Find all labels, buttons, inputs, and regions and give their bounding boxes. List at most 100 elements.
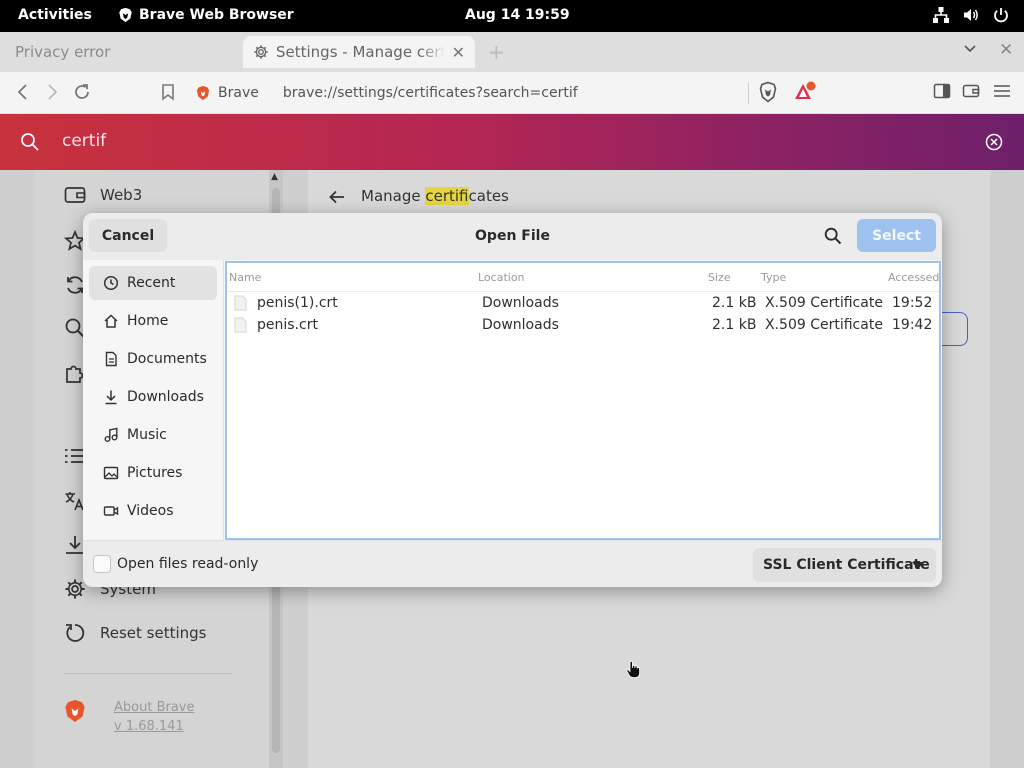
place-label: Home [127, 313, 169, 329]
page-gutter [990, 170, 1024, 768]
place-home[interactable]: Home [89, 304, 217, 338]
power-icon [994, 8, 1008, 23]
home-icon [104, 314, 118, 328]
tab-strip: Privacy error Settings - Manage certific… [0, 32, 1024, 72]
system-top-bar: Activities Brave Web Browser Aug 14 19:5… [0, 0, 1024, 32]
network-icon [933, 7, 949, 23]
version-link[interactable]: v 1.68.141 [114, 717, 195, 736]
brave-shields-icon[interactable] [759, 81, 777, 107]
hamburger-menu-icon[interactable] [993, 84, 1011, 102]
dialog-header: Cancel Open File Select [83, 213, 942, 260]
search-icon [20, 132, 40, 156]
file-type: X.509 Certificate [765, 295, 883, 311]
toolbar-divider [748, 82, 749, 104]
forward-icon[interactable] [44, 82, 60, 106]
tab-search-chevron-icon[interactable] [963, 41, 977, 59]
wallet-icon [64, 187, 86, 203]
new-tab-button[interactable]: + [488, 40, 505, 64]
close-tab-icon[interactable]: ✕ [452, 43, 465, 62]
place-recent[interactable]: Recent [89, 266, 217, 300]
browser-toolbar: Brave brave://settings/certificates?sear… [0, 72, 1024, 114]
file-accessed: 19:52 [892, 295, 933, 311]
brave-logo-icon [65, 700, 85, 722]
read-only-label[interactable]: Open files read-only [117, 556, 258, 572]
about-brave-section: About Brave v 1.68.141 [64, 698, 195, 736]
file-row[interactable]: penis.crt Downloads 2.1 kB X.509 Certifi… [227, 315, 939, 337]
place-videos[interactable]: Videos [89, 494, 217, 528]
activities-button[interactable]: Activities [18, 7, 92, 23]
file-name: penis(1).crt [257, 295, 338, 311]
column-header-accessed[interactable]: Accessed [888, 271, 939, 284]
place-label: Videos [127, 503, 174, 519]
search-highlight: certif [425, 187, 469, 205]
place-label: Documents [127, 351, 207, 367]
read-only-checkbox[interactable] [93, 555, 111, 573]
dropdown-caret-icon [912, 562, 924, 569]
dialog-search-icon[interactable] [824, 227, 842, 249]
column-header-name[interactable]: Name [229, 271, 261, 284]
place-label: Pictures [127, 465, 183, 481]
music-icon [104, 427, 118, 442]
filter-label: SSL Client Certificate [763, 557, 930, 573]
settings-search-input[interactable]: certif [62, 131, 106, 151]
file-size: 2.1 kB [712, 317, 757, 333]
file-row[interactable]: penis(1).crt Downloads 2.1 kB X.509 Cert… [227, 293, 939, 315]
back-icon[interactable] [15, 82, 31, 106]
hand-cursor-icon [626, 660, 640, 678]
app-name: Brave Web Browser [139, 7, 294, 23]
reset-icon [66, 624, 85, 642]
settings-gear-icon [254, 45, 268, 59]
system-tray[interactable] [932, 6, 1010, 24]
site-identity-label: Brave [218, 85, 259, 101]
wallet-toolbar-icon[interactable] [962, 83, 980, 103]
column-header-type[interactable]: Type [761, 271, 786, 284]
places-sidebar: Recent Home Documents Downloads Music Pi… [83, 260, 224, 540]
picture-icon [103, 466, 119, 480]
clear-search-icon[interactable] [984, 132, 1004, 156]
place-documents[interactable]: Documents [89, 342, 217, 376]
file-size: 2.1 kB [712, 295, 757, 311]
reload-icon[interactable] [73, 82, 91, 106]
place-label: Music [127, 427, 167, 443]
document-icon [105, 351, 117, 367]
bookmark-icon[interactable] [160, 82, 176, 106]
scroll-up-arrow-icon[interactable]: ▲ [271, 172, 278, 182]
header-divider [227, 291, 939, 292]
sidebar-item-reset-settings[interactable]: Reset settings [64, 622, 207, 644]
file-name: penis.crt [257, 317, 318, 333]
dialog-footer: Open files read-only SSL Client Certific… [83, 540, 942, 587]
close-window-icon[interactable]: ✕ [999, 40, 1013, 60]
sidebar-item-web3[interactable]: Web3 [64, 185, 142, 205]
address-bar[interactable]: Brave brave://settings/certificates?sear… [196, 80, 752, 106]
settings-search-bar[interactable]: certif [0, 114, 1024, 170]
column-header-location[interactable]: Location [478, 271, 525, 284]
page-title: Manage certificates [361, 187, 509, 205]
file-location: Downloads [482, 295, 559, 311]
place-pictures[interactable]: Pictures [89, 456, 217, 490]
file-list[interactable]: Name Location Size Type Accessed penis(1… [225, 261, 941, 540]
file-icon [234, 317, 247, 333]
volume-icon [964, 9, 978, 21]
file-type-filter-dropdown[interactable]: SSL Client Certificate [753, 548, 936, 582]
about-brave-link[interactable]: About Brave [114, 698, 195, 717]
video-icon [103, 506, 119, 516]
sidebar-divider [64, 673, 232, 674]
sidebar-toggle-icon[interactable] [933, 83, 951, 103]
url-text[interactable]: brave://settings/certificates?search=cer… [283, 85, 578, 101]
app-menu[interactable]: Brave Web Browser [118, 7, 294, 23]
select-button[interactable]: Select [857, 219, 936, 252]
brave-rewards-icon[interactable] [793, 81, 817, 107]
place-downloads[interactable]: Downloads [89, 380, 217, 414]
sidebar-item-label: Web3 [100, 186, 143, 204]
tab-privacy-error[interactable]: Privacy error [15, 43, 110, 61]
brave-lion-icon [119, 7, 132, 23]
column-header-size[interactable]: Size [708, 271, 731, 284]
back-arrow-icon[interactable] [328, 188, 346, 210]
clock-icon [103, 275, 119, 291]
open-file-dialog: Cancel Open File Select Recent Home Docu… [83, 213, 942, 587]
clock[interactable]: Aug 14 19:59 [465, 7, 570, 23]
tab-settings-certificates[interactable]: Settings - Manage certificates ✕ [243, 36, 475, 68]
tab-title: Settings - Manage certificates [276, 43, 445, 61]
place-music[interactable]: Music [89, 418, 217, 452]
place-label: Recent [127, 275, 176, 291]
